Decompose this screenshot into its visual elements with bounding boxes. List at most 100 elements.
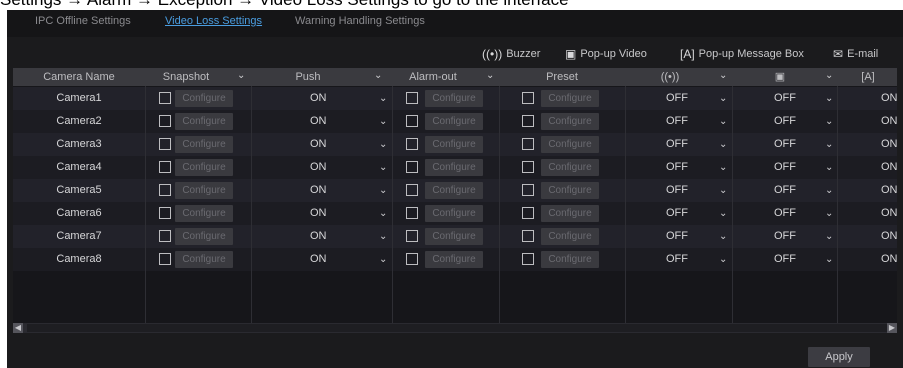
snapshot-configure-button[interactable]: Configure [175, 113, 233, 130]
alarm-out-checkbox[interactable] [406, 138, 418, 150]
push-select[interactable]: ON [310, 202, 327, 225]
popup-video-select[interactable]: OFF [774, 225, 796, 248]
chevron-down-icon[interactable]: ⌄ [825, 70, 833, 81]
popup-message-select[interactable]: ON [881, 87, 897, 110]
alarm-out-checkbox[interactable] [406, 230, 418, 242]
chevron-down-icon[interactable]: ⌄ [719, 156, 727, 179]
chevron-down-icon[interactable]: ⌄ [379, 156, 387, 179]
popup-message-select[interactable]: ON [881, 202, 897, 225]
alarm-out-checkbox[interactable] [406, 184, 418, 196]
chevron-down-icon[interactable]: ⌄ [719, 248, 727, 271]
chevron-down-icon[interactable]: ⌄ [379, 87, 387, 110]
preset-configure-button[interactable]: Configure [541, 251, 599, 268]
chevron-down-icon[interactable]: ⌄ [719, 87, 727, 110]
chevron-down-icon[interactable]: ⌄ [719, 110, 727, 133]
preset-checkbox[interactable] [522, 115, 534, 127]
alarm-out-checkbox[interactable] [406, 161, 418, 173]
chevron-down-icon[interactable]: ⌄ [719, 133, 727, 156]
chevron-down-icon[interactable]: ⌄ [379, 248, 387, 271]
popup-video-select[interactable]: OFF [774, 156, 796, 179]
chevron-down-icon[interactable]: ⌄ [825, 248, 833, 271]
apply-button[interactable]: Apply [808, 347, 870, 367]
tab-ipc-offline-settings[interactable]: IPC Offline Settings [35, 15, 131, 27]
chevron-down-icon[interactable]: ⌄ [719, 202, 727, 225]
popup-message-select[interactable]: ON [881, 133, 897, 156]
preset-configure-button[interactable]: Configure [541, 159, 599, 176]
tab-video-loss-settings[interactable]: Video Loss Settings [165, 15, 262, 27]
alarm-out-checkbox[interactable] [406, 253, 418, 265]
chevron-down-icon[interactable]: ⌄ [825, 179, 833, 202]
alarm-out-configure-button[interactable]: Configure [425, 113, 483, 130]
preset-configure-button[interactable]: Configure [541, 113, 599, 130]
popup-video-select[interactable]: OFF [774, 133, 796, 156]
popup-message-select[interactable]: ON [881, 248, 897, 271]
alarm-out-configure-button[interactable]: Configure [425, 205, 483, 222]
scroll-right-icon[interactable]: ▶ [887, 323, 897, 333]
chevron-down-icon[interactable]: ⌄ [825, 110, 833, 133]
chevron-down-icon[interactable]: ⌄ [825, 225, 833, 248]
preset-checkbox[interactable] [522, 92, 534, 104]
buzzer-select[interactable]: OFF [666, 248, 688, 271]
chevron-down-icon[interactable]: ⌄ [825, 133, 833, 156]
buzzer-select[interactable]: OFF [666, 179, 688, 202]
popup-video-select[interactable]: OFF [774, 202, 796, 225]
preset-configure-button[interactable]: Configure [541, 228, 599, 245]
chevron-down-icon[interactable]: ⌄ [825, 156, 833, 179]
snapshot-checkbox[interactable] [159, 161, 171, 173]
push-select[interactable]: ON [310, 87, 327, 110]
snapshot-checkbox[interactable] [159, 253, 171, 265]
popup-message-select[interactable]: ON [881, 156, 897, 179]
alarm-out-configure-button[interactable]: Configure [425, 182, 483, 199]
buzzer-select[interactable]: OFF [666, 225, 688, 248]
buzzer-select[interactable]: OFF [666, 87, 688, 110]
snapshot-checkbox[interactable] [159, 92, 171, 104]
chevron-down-icon[interactable]: ⌄ [379, 110, 387, 133]
scrollbar-track[interactable] [27, 324, 889, 332]
snapshot-checkbox[interactable] [159, 207, 171, 219]
alarm-out-configure-button[interactable]: Configure [425, 228, 483, 245]
push-select[interactable]: ON [310, 110, 327, 133]
buzzer-select[interactable]: OFF [666, 110, 688, 133]
horizontal-scrollbar[interactable]: ◀ ▶ [13, 323, 897, 333]
preset-checkbox[interactable] [522, 230, 534, 242]
push-select[interactable]: ON [310, 225, 327, 248]
snapshot-checkbox[interactable] [159, 138, 171, 150]
buzzer-select[interactable]: OFF [666, 156, 688, 179]
popup-video-select[interactable]: OFF [774, 110, 796, 133]
preset-checkbox[interactable] [522, 138, 534, 150]
alarm-out-checkbox[interactable] [406, 207, 418, 219]
alarm-out-configure-button[interactable]: Configure [425, 90, 483, 107]
snapshot-configure-button[interactable]: Configure [175, 182, 233, 199]
chevron-down-icon[interactable]: ⌄ [719, 70, 727, 81]
push-select[interactable]: ON [310, 133, 327, 156]
popup-video-select[interactable]: OFF [774, 248, 796, 271]
chevron-down-icon[interactable]: ⌄ [237, 70, 245, 81]
snapshot-checkbox[interactable] [159, 115, 171, 127]
chevron-down-icon[interactable]: ⌄ [379, 225, 387, 248]
snapshot-configure-button[interactable]: Configure [175, 228, 233, 245]
chevron-down-icon[interactable]: ⌄ [374, 70, 382, 81]
alarm-out-checkbox[interactable] [406, 92, 418, 104]
popup-video-select[interactable]: OFF [774, 87, 796, 110]
preset-checkbox[interactable] [522, 184, 534, 196]
snapshot-checkbox[interactable] [159, 184, 171, 196]
snapshot-checkbox[interactable] [159, 230, 171, 242]
chevron-down-icon[interactable]: ⌄ [379, 202, 387, 225]
chevron-down-icon[interactable]: ⌄ [825, 202, 833, 225]
preset-configure-button[interactable]: Configure [541, 136, 599, 153]
popup-video-select[interactable]: OFF [774, 179, 796, 202]
push-select[interactable]: ON [310, 156, 327, 179]
chevron-down-icon[interactable]: ⌄ [825, 87, 833, 110]
chevron-down-icon[interactable]: ⌄ [719, 225, 727, 248]
snapshot-configure-button[interactable]: Configure [175, 159, 233, 176]
preset-checkbox[interactable] [522, 161, 534, 173]
buzzer-select[interactable]: OFF [666, 202, 688, 225]
snapshot-configure-button[interactable]: Configure [175, 251, 233, 268]
scroll-left-icon[interactable]: ◀ [13, 323, 23, 333]
preset-checkbox[interactable] [522, 253, 534, 265]
push-select[interactable]: ON [310, 248, 327, 271]
preset-configure-button[interactable]: Configure [541, 182, 599, 199]
chevron-down-icon[interactable]: ⌄ [486, 70, 494, 81]
alarm-out-configure-button[interactable]: Configure [425, 251, 483, 268]
buzzer-select[interactable]: OFF [666, 133, 688, 156]
